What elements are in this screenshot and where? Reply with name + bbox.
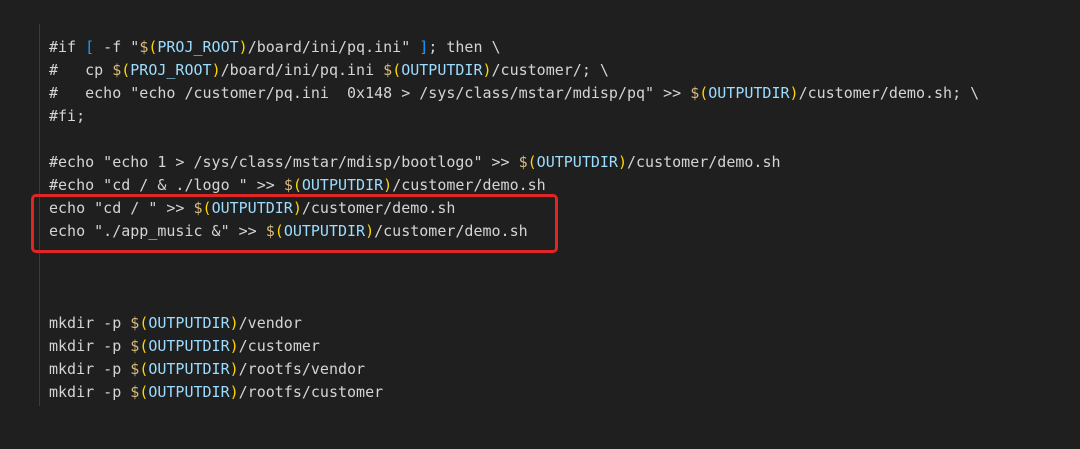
code-token: #if — [49, 38, 86, 56]
code-line[interactable]: mkdir -p $(OUTPUTDIR)/customer — [49, 335, 320, 358]
code-token: OUTPUTDIR — [148, 314, 230, 332]
code-token: OUTPUTDIR — [148, 337, 230, 355]
code-token: -f " — [94, 38, 140, 56]
code-token: $ — [383, 61, 393, 79]
code-token: mkdir -p — [49, 360, 131, 378]
code-line[interactable]: #fi; — [49, 105, 85, 128]
code-token: ( — [139, 360, 149, 378]
code-token: $ — [283, 176, 293, 194]
code-token: ( — [121, 61, 131, 79]
code-line[interactable]: #echo "echo 1 > /sys/class/mstar/mdisp/b… — [49, 151, 781, 174]
code-token: ( — [139, 314, 149, 332]
code-line[interactable]: #if [ -f "$(PROJ_ROOT)/board/ini/pq.ini"… — [49, 36, 501, 59]
code-line[interactable]: mkdir -p $(OUTPUTDIR)/rootfs/customer — [49, 381, 383, 404]
code-token: /customer/demo.sh — [392, 176, 546, 194]
code-token: /customer/demo.sh — [626, 153, 781, 171]
code-token: #fi; — [49, 107, 86, 125]
code-token: ( — [527, 153, 537, 171]
code-token: OUTPUTDIR — [301, 176, 384, 194]
code-token: /customer — [238, 337, 320, 355]
code-token: [ — [85, 38, 95, 56]
code-token: $ — [130, 337, 140, 355]
code-token: /customer/demo.sh; \ — [798, 84, 980, 102]
code-token: mkdir -p — [49, 337, 131, 355]
code-token: /board/ini/pq.ini — [220, 61, 384, 79]
code-token: ) — [617, 153, 627, 171]
code-token: ) — [229, 383, 239, 401]
code-token: ) — [383, 176, 393, 194]
code-token: PROJ_ROOT — [157, 38, 239, 56]
code-token: ; then \ — [428, 38, 501, 56]
code-token: /rootfs/customer — [238, 383, 384, 401]
code-token: ) — [238, 38, 248, 56]
code-token: $ — [518, 153, 528, 171]
code-token: $ — [690, 84, 700, 102]
code-editor[interactable]: #if [ -f "$(PROJ_ROOT)/board/ini/pq.ini"… — [0, 0, 1080, 449]
highlight-box — [31, 194, 558, 253]
code-token: /customer/; \ — [491, 61, 609, 79]
code-token: #echo "echo 1 > /sys/class/mstar/mdisp/b… — [49, 153, 519, 171]
code-token: $ — [130, 383, 140, 401]
code-token: ( — [292, 176, 302, 194]
code-token: ) — [229, 360, 239, 378]
code-token: mkdir -p — [49, 314, 131, 332]
code-token: ( — [139, 383, 149, 401]
code-token: $ — [130, 360, 140, 378]
code-token: ( — [699, 84, 709, 102]
code-token: /board/ini/pq.ini" — [247, 38, 420, 56]
code-token: PROJ_ROOT — [130, 61, 212, 79]
code-token: OUTPUTDIR — [708, 84, 790, 102]
code-token: ) — [789, 84, 799, 102]
code-token: /rootfs/vendor — [238, 360, 366, 378]
code-line[interactable]: # cp $(PROJ_ROOT)/board/ini/pq.ini $(OUT… — [49, 59, 609, 82]
code-token: ) — [482, 61, 492, 79]
code-token: OUTPUTDIR — [536, 153, 618, 171]
code-line[interactable]: mkdir -p $(OUTPUTDIR)/vendor — [49, 312, 302, 335]
code-token: $ — [112, 61, 122, 79]
code-line[interactable]: # echo "echo /customer/pq.ini 0x148 > /s… — [49, 82, 979, 105]
code-token: OUTPUTDIR — [148, 383, 230, 401]
code-token: mkdir -p — [49, 383, 131, 401]
code-line[interactable]: mkdir -p $(OUTPUTDIR)/rootfs/vendor — [49, 358, 365, 381]
code-token: $ — [130, 314, 140, 332]
code-token: ] — [419, 38, 429, 56]
code-token: ) — [229, 337, 239, 355]
code-token: /vendor — [238, 314, 302, 332]
code-token: ) — [211, 61, 221, 79]
code-token: ( — [139, 337, 149, 355]
code-token: OUTPUTDIR — [401, 61, 483, 79]
code-token: # echo "echo /customer/pq.ini 0x148 > /s… — [49, 84, 691, 102]
code-token: # cp — [49, 61, 113, 79]
code-token: ) — [229, 314, 239, 332]
code-token: $ — [139, 38, 149, 56]
code-token: ( — [392, 61, 402, 79]
code-token: OUTPUTDIR — [148, 360, 230, 378]
code-token: #echo "cd / & ./logo " >> — [49, 176, 284, 194]
